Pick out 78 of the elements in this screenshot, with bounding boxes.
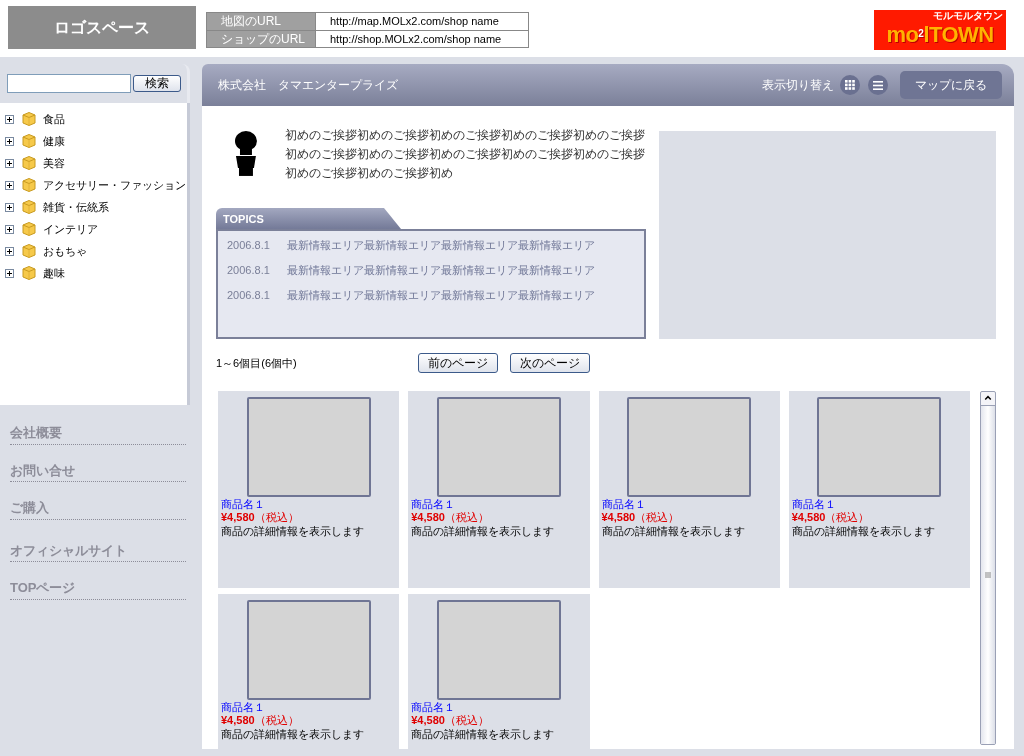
topic-date: 2006.8.1 — [227, 263, 271, 278]
product-card[interactable]: 商品名１ ¥4,580（税込） 商品の詳細情報を表示します — [218, 391, 400, 588]
category-item[interactable]: インテリア — [43, 220, 98, 238]
search-button[interactable]: 検索 — [133, 75, 181, 92]
expand-icon[interactable] — [5, 114, 14, 124]
product-price: ¥4,580 — [601, 511, 636, 523]
menu-icon — [873, 80, 883, 90]
view-toggle-label: 表示切り替え — [762, 77, 834, 94]
box-icon — [21, 111, 37, 127]
next-page-button[interactable]: 次のページ — [510, 353, 590, 373]
expand-icon[interactable] — [5, 202, 14, 212]
box-icon — [21, 177, 37, 193]
expand-icon[interactable] — [5, 224, 14, 234]
topic-date: 2006.8.1 — [227, 288, 271, 303]
category-item[interactable]: おもちゃ — [43, 242, 87, 260]
expand-icon[interactable] — [5, 246, 14, 256]
product-name[interactable]: 商品名１ — [601, 498, 777, 511]
expand-icon[interactable] — [5, 180, 14, 190]
brand-wordmark: mo$^{2}$lTOWN — [886, 22, 994, 48]
topic-link[interactable]: 最新情報エリア最新情報エリア最新情報エリア最新情報エリア — [287, 287, 595, 304]
back-to-map-button[interactable]: マップに戻る — [900, 71, 1002, 99]
category-item[interactable]: 趣味 — [43, 264, 65, 282]
grid-view-button[interactable] — [840, 75, 860, 95]
tax-note: （税込） — [444, 511, 489, 523]
topic-link[interactable]: 最新情報エリア最新情報エリア最新情報エリア最新情報エリア — [287, 262, 595, 279]
category-item[interactable]: 食品 — [43, 110, 65, 128]
product-description: 商品の詳細情報を表示します — [791, 524, 936, 538]
tax-note: （税込） — [444, 714, 489, 726]
previous-page-button[interactable]: 前のページ — [418, 353, 498, 373]
product-name[interactable]: 商品名１ — [411, 498, 587, 511]
product-price: ¥4,580 — [221, 714, 255, 726]
product-card[interactable]: 商品名１ ¥4,580（税込） 商品の詳細情報を表示します — [408, 391, 590, 588]
tax-note: （税込） — [254, 511, 299, 523]
expand-icon[interactable] — [5, 158, 14, 168]
product-name[interactable]: 商品名１ — [791, 498, 967, 511]
item-count: 1～6個目(6個中) — [216, 355, 298, 371]
company-name: 株式会社 タマエンタープライズ — [218, 77, 398, 94]
expand-icon[interactable] — [5, 268, 14, 278]
tax-note: （税込） — [635, 511, 680, 523]
tax-note: （税込） — [825, 511, 870, 523]
url-label: ショップのURL — [207, 31, 315, 47]
box-icon — [21, 133, 37, 149]
product-card[interactable]: 商品名１ ¥4,580（税込） 商品の詳細情報を表示します — [598, 391, 780, 588]
product-description: 商品の詳細情報を表示します — [411, 524, 556, 538]
tax-note: （税込） — [254, 714, 299, 726]
product-description: 商品の詳細情報を表示します — [221, 727, 365, 741]
category-item[interactable]: 健康 — [43, 132, 65, 150]
brand-tagline: モルモルタウン — [933, 10, 1003, 22]
category-item[interactable]: 雑貨・伝統系 — [43, 198, 109, 216]
product-price: ¥4,580 — [411, 511, 445, 523]
product-price: ¥4,580 — [411, 714, 445, 726]
product-price: ¥4,580 — [221, 511, 255, 523]
greeting-text: 初めのご挨拶初めのご挨拶初めのご挨拶初めのご挨拶初めのご挨拶初めのご挨拶初めのご挨拶初めのご挨拶初めのご挨拶初めのご挨拶初めのご挨拶初めのご挨拶初め — [284, 127, 646, 182]
grip-icon — [985, 572, 991, 578]
search-field[interactable] — [7, 74, 131, 93]
expand-icon[interactable] — [5, 136, 14, 146]
product-description: 商品の詳細情報を表示します — [601, 524, 746, 538]
category-item[interactable]: 美容 — [43, 154, 65, 172]
product-description: 商品の詳細情報を表示します — [411, 727, 556, 741]
list-view-button[interactable] — [868, 75, 888, 95]
grid-icon — [845, 80, 855, 90]
topic-link[interactable]: 最新情報エリア最新情報エリア最新情報エリア最新情報エリア — [287, 237, 595, 254]
product-name[interactable]: 商品名１ — [221, 498, 397, 511]
product-name[interactable]: 商品名１ — [221, 701, 397, 714]
product-name[interactable]: 商品名１ — [411, 701, 587, 714]
product-card[interactable]: 商品名１ ¥4,580（税込） 商品の詳細情報を表示します — [788, 391, 970, 588]
box-icon — [21, 221, 37, 237]
box-icon — [21, 155, 37, 171]
category-item[interactable]: アクセサリー・ファッション — [43, 176, 186, 194]
box-icon — [21, 265, 37, 281]
box-icon — [21, 199, 37, 215]
product-description: 商品の詳細情報を表示します — [221, 524, 365, 538]
topic-date: 2006.8.1 — [227, 238, 271, 253]
product-price: ¥4,580 — [791, 511, 826, 523]
scrollbar[interactable] — [980, 391, 996, 745]
url-label: 地図のURL — [207, 13, 315, 30]
box-icon — [21, 243, 37, 259]
logo-banner: ロゴスペース — [8, 6, 196, 49]
